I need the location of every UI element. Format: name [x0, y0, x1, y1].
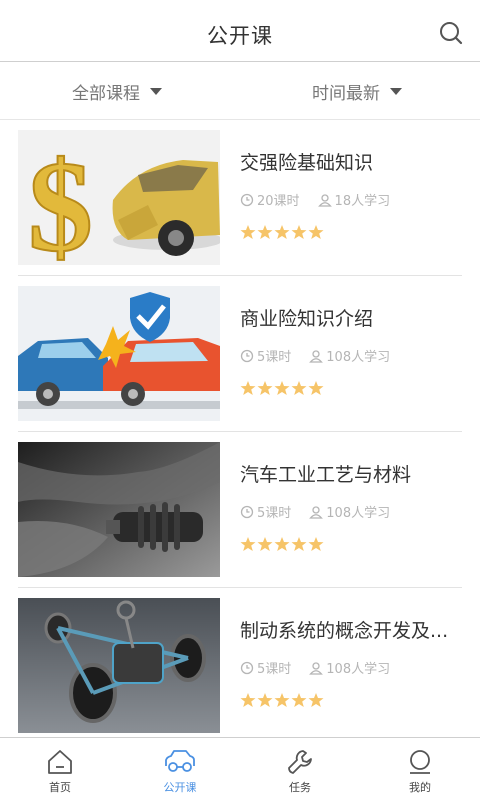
clock-icon: [240, 505, 254, 518]
course-hours-text: 5课时: [257, 350, 292, 365]
course-title: 交强险基础知识: [240, 152, 374, 174]
course-meta: 5课时 108人学习: [240, 502, 408, 521]
filter-bar: 全部课程 时间最新: [0, 62, 480, 120]
wrench-icon: [288, 750, 312, 774]
star-icon: [274, 381, 290, 395]
star-icon: [274, 537, 290, 551]
category-filter-label: 全部课程: [72, 83, 140, 104]
person-icon: [317, 193, 332, 207]
course-learners-text: 108人学习: [326, 350, 391, 365]
course-item[interactable]: $ 交强险基础知识 20课时 18人学习: [18, 120, 462, 276]
star-icon: [274, 693, 290, 707]
course-rating: [240, 536, 325, 552]
star-icon: [240, 537, 256, 551]
star-icon: [240, 693, 256, 707]
tab-courses-label: 公开课: [163, 781, 197, 794]
star-icon: [240, 225, 256, 239]
person-icon: [309, 661, 324, 675]
course-hours: 5课时: [240, 346, 291, 365]
page-title: 公开课: [207, 24, 273, 48]
course-hours-text: 20课时: [257, 194, 300, 209]
course-item[interactable]: 商业险知识介绍 5课时 108人学习: [18, 276, 462, 432]
person-icon: [309, 349, 324, 363]
course-meta: 20课时 18人学习: [240, 190, 408, 209]
course-item[interactable]: 汽车工业工艺与材料 5课时 108人学习: [18, 432, 462, 588]
course-hours-text: 5课时: [257, 506, 292, 521]
star-icon: [257, 225, 273, 239]
course-title: 商业险知识介绍: [240, 308, 374, 330]
course-learners-text: 108人学习: [326, 506, 391, 521]
home-icon: [48, 750, 72, 774]
clock-icon: [240, 661, 254, 674]
tab-courses[interactable]: 公开课: [120, 738, 240, 800]
svg-text:$: $: [28, 135, 93, 265]
course-meta: 5课时 108人学习: [240, 658, 408, 677]
course-learners-text: 18人学习: [334, 194, 391, 209]
star-icon: [257, 693, 273, 707]
course-learners-text: 108人学习: [326, 662, 391, 677]
tab-profile-label: 我的: [409, 781, 431, 794]
course-title: 制动系统的概念开发及...: [240, 620, 449, 642]
star-icon: [291, 225, 307, 239]
app-root: 公开课 全部课程 时间最新 $ 交强险基础知识 20课时 18人学习 商业险知识…: [0, 0, 480, 800]
course-thumbnail: [18, 442, 220, 577]
course-hours: 20课时: [240, 190, 300, 209]
bottom-tab-bar: 首页 公开课 任务 我的: [0, 737, 480, 800]
star-icon: [257, 381, 273, 395]
star-icon: [291, 537, 307, 551]
person-icon: [309, 505, 324, 519]
top-bar: 公开课: [0, 0, 480, 62]
course-rating: [240, 380, 325, 396]
star-icon: [274, 225, 290, 239]
clock-icon: [240, 193, 254, 206]
tab-profile[interactable]: 我的: [360, 738, 480, 800]
search-icon[interactable]: [438, 20, 464, 46]
car-icon: [165, 750, 195, 772]
category-filter[interactable]: 全部课程: [72, 62, 162, 120]
star-icon: [308, 225, 324, 239]
sort-filter-label: 时间最新: [312, 83, 380, 104]
caret-down-icon: [390, 87, 402, 95]
course-item[interactable]: 制动系统的概念开发及... 5课时 108人学习: [18, 588, 462, 744]
tab-tasks-label: 任务: [289, 781, 311, 794]
course-title: 汽车工业工艺与材料: [240, 464, 412, 486]
course-rating: [240, 224, 325, 240]
course-learners: 108人学习: [309, 658, 390, 677]
star-icon: [308, 381, 324, 395]
course-learners: 108人学习: [309, 346, 390, 365]
user-icon: [410, 750, 430, 774]
caret-down-icon: [150, 87, 162, 95]
course-learners: 18人学习: [317, 190, 391, 209]
star-icon: [291, 693, 307, 707]
course-hours-text: 5课时: [257, 662, 292, 677]
course-thumbnail: [18, 598, 220, 733]
course-rating: [240, 692, 325, 708]
star-icon: [291, 381, 307, 395]
star-icon: [308, 693, 324, 707]
course-hours: 5课时: [240, 502, 291, 521]
tab-home[interactable]: 首页: [0, 738, 120, 800]
clock-icon: [240, 349, 254, 362]
star-icon: [257, 537, 273, 551]
course-thumbnail: $: [18, 130, 220, 265]
course-learners: 108人学习: [309, 502, 390, 521]
sort-filter[interactable]: 时间最新: [312, 62, 402, 120]
star-icon: [308, 537, 324, 551]
tab-home-label: 首页: [49, 781, 71, 794]
tab-tasks[interactable]: 任务: [240, 738, 360, 800]
star-icon: [240, 381, 256, 395]
course-hours: 5课时: [240, 658, 291, 677]
course-thumbnail: [18, 286, 220, 421]
course-meta: 5课时 108人学习: [240, 346, 408, 365]
